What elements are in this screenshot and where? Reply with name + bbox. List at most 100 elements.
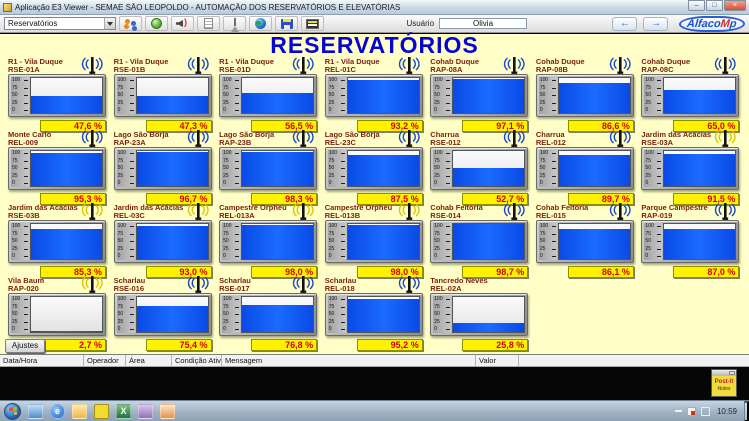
tank-level-display: 100 75 50 25 0 — [641, 74, 740, 117]
postit-notes-window[interactable]: Post-it Notes — [711, 369, 737, 397]
tank-scale: 100 75 50 25 0 — [433, 150, 452, 187]
tank-widget[interactable]: Cohab Duque RAP-08A 100 75 50 25 0 97,1 … — [430, 57, 529, 132]
alarm-list-area[interactable]: Post-it Notes — [0, 367, 749, 400]
tank-percent-value: 75,4 % — [145, 339, 212, 351]
ajustes-button[interactable]: Ajustes — [5, 339, 45, 353]
page-title: RESERVATÓRIOS — [270, 32, 479, 58]
tank-widget[interactable]: Jardim das Acácias REL-03C 100 75 50 25 … — [113, 202, 212, 278]
tank-widget[interactable]: Charrua REL-012 100 75 50 25 0 89,7 % — [535, 130, 634, 205]
tank-fill — [347, 155, 419, 186]
globe-button[interactable] — [249, 16, 272, 31]
show-desktop-button[interactable] — [744, 400, 749, 421]
tank-widget[interactable]: Lago São Borja REL-23C 100 75 50 25 0 87… — [324, 130, 423, 205]
alarm-sound-button[interactable] — [171, 16, 194, 31]
tank-level-display: 100 75 50 25 0 — [324, 293, 423, 336]
clock-button[interactable] — [145, 16, 168, 31]
taskbar-excel-icon[interactable]: X — [116, 403, 131, 419]
tank-fill — [453, 224, 525, 259]
tank-vessel — [30, 150, 103, 187]
tray-window-icon[interactable] — [700, 406, 710, 416]
tank-widget[interactable]: Parque Campestre RAP-019 100 75 50 25 0 — [641, 203, 740, 278]
chevron-down-icon[interactable] — [104, 18, 115, 29]
tank-percent-text: 86,1 % — [601, 267, 630, 277]
tank-scale: 100 75 50 25 0 — [538, 77, 557, 114]
levels-button[interactable] — [301, 16, 324, 31]
tank-fill — [136, 226, 208, 259]
tank-scale: 100 75 50 25 0 — [11, 150, 29, 187]
tray-expand-icon[interactable] — [674, 410, 682, 412]
tank-widget[interactable]: Jardim das Acácias RSE-03B 100 75 50 25 … — [8, 203, 106, 278]
tank-widget[interactable]: Campestre Orpheu REL-013A 100 75 50 25 0 — [219, 202, 318, 278]
tank-widget[interactable]: Scharlau REL-018 100 75 50 25 0 95,2 % — [324, 276, 423, 351]
antenna-icon — [291, 202, 315, 223]
antenna-icon — [291, 129, 315, 150]
maximize-button[interactable]: □ — [706, 0, 723, 11]
taskbar-app-icon[interactable] — [28, 403, 43, 419]
alarm-grid-header: Data/Hora Operador Área Condição Ativa M… — [0, 354, 749, 367]
taskbar-clock[interactable]: 10:59 — [717, 407, 737, 416]
antenna-icon — [397, 56, 421, 77]
antenna-icon — [502, 129, 526, 150]
tank-widget[interactable]: Cohab Duque RAP-08C 100 75 50 25 0 65,0 … — [641, 57, 740, 132]
tank-widget[interactable]: Scharlau RSE-016 100 75 50 25 0 75,4 % — [113, 276, 212, 351]
tank-widget[interactable]: R1 - Vila Duque RSE-01A 100 75 50 25 0 4… — [8, 57, 106, 132]
tank-level-display: 100 75 50 25 0 — [8, 293, 106, 336]
antenna-icon — [186, 202, 210, 223]
tank-level-display: 100 75 50 25 0 — [324, 220, 423, 263]
tank-widget[interactable]: Cohab Feitoria REL-015 100 75 50 25 0 86… — [535, 203, 634, 278]
tank-vessel — [30, 296, 103, 333]
tank-widget[interactable]: Scharlau RSE-017 100 75 50 25 0 76,8 % — [219, 276, 318, 351]
tank-widget[interactable]: Charrua RSE-012 100 75 50 25 0 52,7 % — [430, 129, 529, 205]
globe-icon — [255, 18, 266, 29]
tank-widget[interactable]: R1 - Vila Duque RSE-01D 100 75 50 25 0 5… — [219, 56, 318, 132]
tank-widget[interactable]: Tancredo Neves REL-02A 100 75 50 25 0 25… — [430, 277, 529, 351]
radio-icon — [229, 18, 241, 32]
tank-widget[interactable]: Lago São Borja RAP-23B 100 75 50 25 0 98… — [219, 129, 318, 205]
tank-widget[interactable]: Campestre Orpheu REL-013B 100 75 50 25 0 — [324, 203, 423, 278]
tank-vessel — [241, 296, 315, 333]
tank-scale: 100 75 50 25 0 — [644, 77, 663, 114]
taskbar-photo-icon[interactable] — [138, 403, 153, 419]
screen-select-dropdown[interactable]: Reservatórios — [4, 17, 116, 30]
close-button[interactable]: × — [724, 0, 746, 11]
user-field[interactable] — [439, 18, 528, 29]
tank-widget[interactable]: R1 - Vila Duque REL-01C 100 75 50 25 0 9… — [324, 56, 423, 132]
tank-level-display: 100 75 50 25 0 — [113, 220, 212, 263]
tank-fill — [558, 154, 630, 186]
minimize-button[interactable]: – — [688, 0, 705, 11]
nav-forward-button[interactable]: → — [643, 16, 669, 31]
report-button[interactable] — [197, 16, 220, 31]
taskbar-ie-icon[interactable]: e — [50, 403, 65, 419]
tank-widget[interactable]: Lago São Borja RAP-23A 100 75 50 25 0 96… — [113, 130, 212, 205]
antenna-icon — [291, 56, 315, 77]
tank-widget[interactable]: Monte Carlo REL-009 100 75 50 25 0 95,3 … — [8, 130, 106, 205]
postit-minimize-button[interactable] — [729, 371, 735, 375]
tray-alert-icon[interactable] — [686, 406, 696, 416]
taskbar-postit-icon[interactable] — [94, 403, 109, 419]
taskbar-folder-icon[interactable] — [72, 403, 87, 419]
tank-percent-value: 25,8 % — [462, 339, 529, 351]
tank-scale: 100 75 50 25 0 — [11, 223, 29, 260]
tank-fill — [453, 79, 525, 113]
tank-widget[interactable]: Jardim das Acácias RSE-03A 100 75 50 25 … — [641, 130, 740, 205]
tank-widget[interactable]: Cohab Feitoria RSE-014 100 75 50 25 0 98… — [430, 203, 529, 278]
window-titlebar[interactable]: Aplicação E3 Viewer - SEMAE SÃO LEOPOLDO… — [0, 0, 749, 15]
radio-button[interactable] — [223, 16, 246, 32]
tank-percent-value: 76,8 % — [251, 339, 318, 351]
clock-icon — [151, 18, 162, 29]
tank-fill — [664, 228, 736, 259]
tank-percent-value: 86,1 % — [567, 266, 634, 278]
tank-widget[interactable]: R1 - Vila Duque RSE-01B 100 75 50 25 0 4… — [113, 57, 212, 132]
nav-back-button[interactable]: ← — [612, 16, 638, 31]
tank-grid: R1 - Vila Duque RSE-01A 100 75 50 25 0 4… — [0, 56, 749, 351]
users-button[interactable] — [119, 16, 142, 31]
alarm-col-area: Área — [126, 355, 172, 366]
start-button[interactable] — [4, 402, 21, 420]
tank-fill — [558, 82, 630, 113]
tank-widget[interactable]: Cohab Duque RAP-08B 100 75 50 25 0 86,6 … — [535, 57, 634, 132]
tank-vessel — [135, 296, 209, 333]
taskbar-chart-icon[interactable] — [160, 403, 175, 419]
tank-fill — [558, 228, 630, 259]
save-button[interactable] — [275, 16, 298, 31]
tank-percent-text: 76,8 % — [285, 340, 314, 350]
